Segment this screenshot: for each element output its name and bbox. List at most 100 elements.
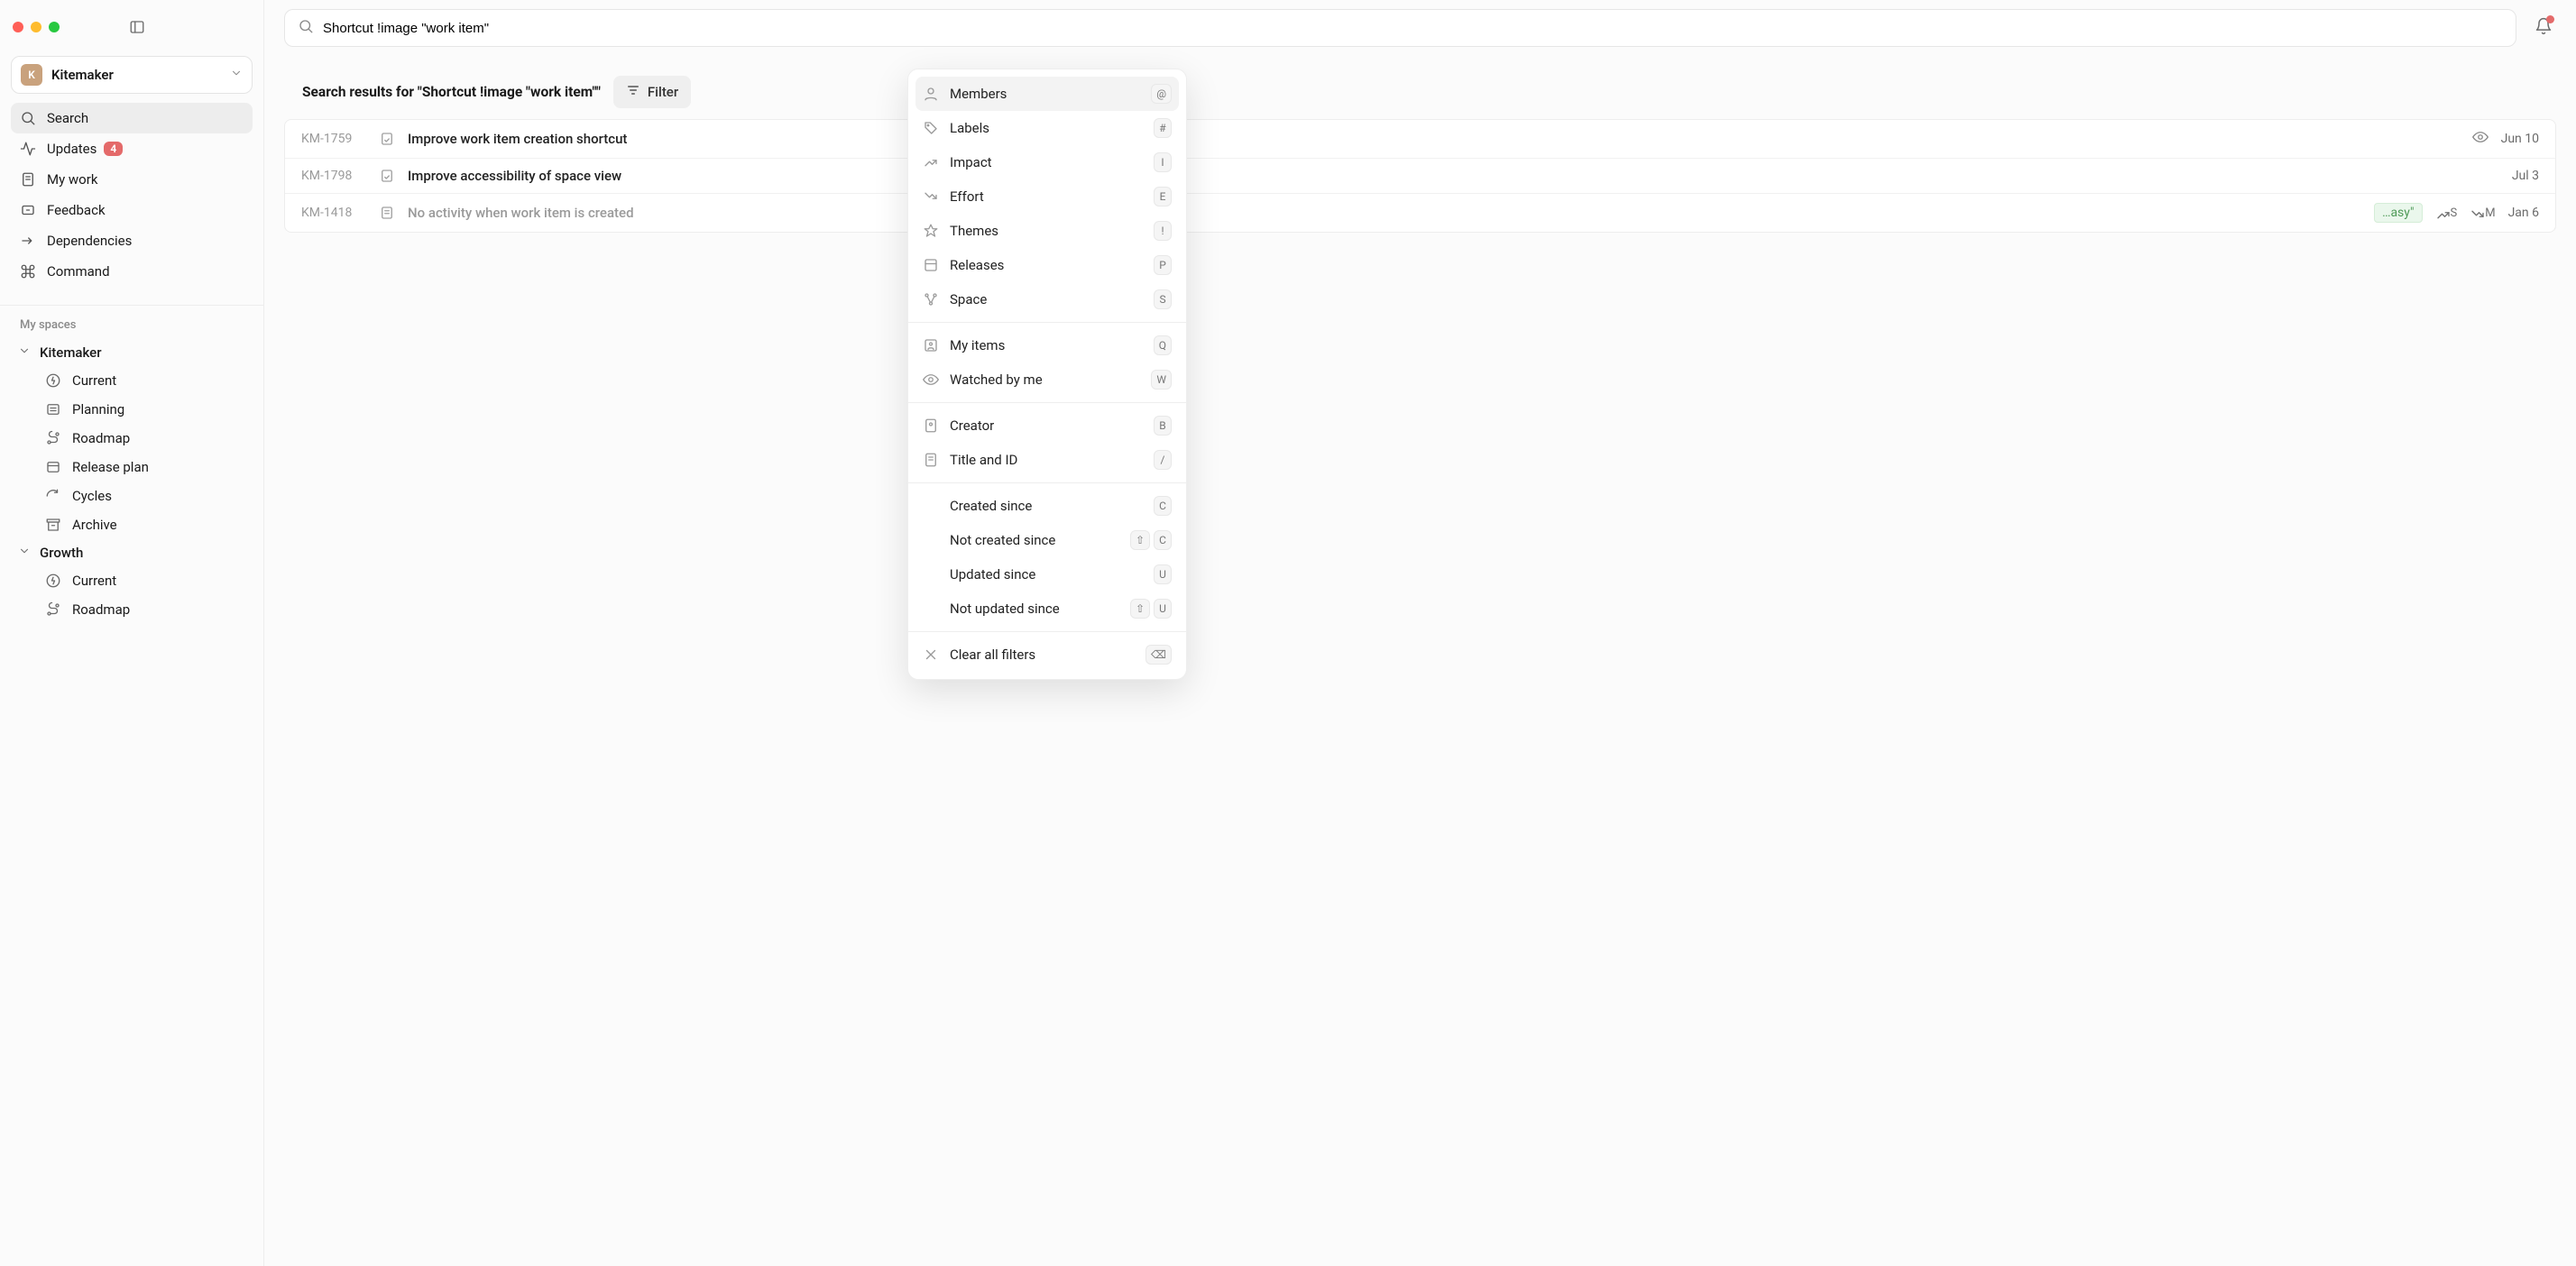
- filter-option[interactable]: My items Q: [908, 328, 1186, 362]
- chevron-down-icon: [18, 545, 31, 561]
- result-row[interactable]: KM-1418No activity when work item is cre…: [285, 194, 2555, 232]
- filter-option[interactable]: Themes!: [908, 214, 1186, 248]
- space-sub-label: Release plan: [72, 459, 149, 475]
- filter-option[interactable]: Updated since U: [908, 557, 1186, 592]
- kbd-hint: S: [1154, 289, 1172, 309]
- title-icon: [923, 452, 939, 468]
- kbd-hint: ⌫: [1145, 645, 1172, 665]
- filter-option-label: Watched by me: [950, 372, 1140, 388]
- route-icon: [45, 601, 61, 618]
- sidebar-label: Search: [47, 110, 88, 126]
- sidebar-toggle-icon[interactable]: [124, 14, 150, 40]
- filter-option-label: Updated since: [950, 566, 1143, 583]
- filter-option-label: Creator: [950, 417, 1143, 434]
- workspace-name: Kitemaker: [51, 67, 114, 83]
- space-sub-label: Roadmap: [72, 430, 130, 446]
- kbd-hint: E: [1154, 187, 1172, 206]
- filter-option[interactable]: SpaceS: [908, 282, 1186, 316]
- results-heading: Search results for "Shortcut !image "wor…: [302, 84, 601, 100]
- maximize-window[interactable]: [49, 22, 60, 32]
- sidebar-item-feedback[interactable]: Feedback: [11, 195, 253, 225]
- space-sub-item[interactable]: Current: [0, 366, 263, 395]
- space-sub-label: Current: [72, 573, 116, 589]
- space-icon: [923, 291, 939, 307]
- filter-button[interactable]: Filter: [613, 76, 691, 108]
- kbd-hint: U: [1154, 564, 1172, 584]
- kbd-hint: U: [1154, 599, 1172, 619]
- filter-option-label: Releases: [950, 257, 1143, 273]
- filter-option[interactable]: Watched by me W: [908, 362, 1186, 397]
- effort-icon: [923, 188, 939, 205]
- notification-dot: [2546, 15, 2554, 23]
- plan-icon: [45, 459, 61, 475]
- result-row[interactable]: KM-1798Improve accessibility of space vi…: [285, 159, 2555, 194]
- space-sub-item[interactable]: Release plan: [0, 453, 263, 482]
- filter-option[interactable]: Title and ID/: [908, 443, 1186, 477]
- space-sub-item[interactable]: Cycles: [0, 482, 263, 510]
- kbd-hint: #: [1154, 118, 1172, 138]
- label-pill: …asy": [2374, 203, 2422, 223]
- watched-icon: [923, 372, 939, 388]
- search-input-container[interactable]: [284, 9, 2516, 47]
- command-icon: [20, 263, 36, 280]
- search-icon: [20, 110, 36, 126]
- sidebar-label: My work: [47, 171, 97, 188]
- updates-badge: 4: [104, 142, 123, 156]
- filter-option[interactable]: Created since C: [908, 489, 1186, 523]
- search-input[interactable]: [323, 21, 2503, 36]
- filter-option-label: Labels: [950, 120, 1143, 136]
- chevron-down-icon: [230, 67, 243, 83]
- sidebar-label: Dependencies: [47, 233, 132, 249]
- space-sub-item[interactable]: Archive: [0, 510, 263, 539]
- sidebar-item-mywork[interactable]: My work: [11, 164, 253, 195]
- window-controls: [13, 22, 60, 32]
- kbd-hint: Q: [1154, 335, 1172, 355]
- space-sub-item[interactable]: Planning: [0, 395, 263, 424]
- result-row[interactable]: KM-1759 Improve work item creation shortc…: [285, 120, 2555, 159]
- space-name: Growth: [40, 545, 83, 561]
- filter-option[interactable]: Releases P: [908, 248, 1186, 282]
- sidebar-item-dependencies[interactable]: Dependencies: [11, 225, 253, 256]
- effort-icon: [2470, 206, 2482, 219]
- sidebar: K Kitemaker Search Updates 4: [0, 0, 264, 1266]
- filter-option[interactable]: Labels #: [908, 111, 1186, 145]
- filter-option[interactable]: ImpactI: [908, 145, 1186, 179]
- filter-option[interactable]: Not created since⇧C: [908, 523, 1186, 557]
- kbd-hint: P: [1154, 255, 1172, 275]
- workspace-switcher[interactable]: K Kitemaker: [11, 56, 253, 94]
- space-sub-item[interactable]: Roadmap: [0, 424, 263, 453]
- space-sub-item[interactable]: Roadmap: [0, 595, 263, 624]
- space-sub-item[interactable]: Current: [0, 566, 263, 595]
- space-header[interactable]: Kitemaker: [0, 339, 263, 366]
- workspace-avatar: K: [21, 64, 42, 86]
- space-sub-label: Archive: [72, 517, 117, 533]
- row-date: Jan 6: [2508, 206, 2539, 220]
- kbd-hint: C: [1154, 496, 1172, 516]
- filter-option[interactable]: Clear all filters⌫: [908, 638, 1186, 672]
- close-window[interactable]: [13, 22, 23, 32]
- notifications-button[interactable]: [2531, 14, 2556, 42]
- filter-option[interactable]: Members@: [915, 77, 1179, 111]
- filter-option[interactable]: CreatorB: [908, 408, 1186, 443]
- sidebar-item-search[interactable]: Search: [11, 103, 253, 133]
- kbd-hint: ⇧: [1130, 530, 1150, 550]
- row-id: KM-1759: [301, 132, 366, 146]
- sidebar-item-command[interactable]: Command: [11, 256, 253, 287]
- minimize-window[interactable]: [31, 22, 41, 32]
- sidebar-item-updates[interactable]: Updates 4: [11, 133, 253, 164]
- bolt-icon: [45, 372, 61, 389]
- creator-icon: [923, 417, 939, 434]
- filter-option-label: Not created since: [950, 532, 1119, 548]
- space-header[interactable]: Growth: [0, 539, 263, 566]
- cycles-icon: [45, 488, 61, 504]
- work-item-icon: [379, 131, 395, 147]
- filter-option-label: Created since: [950, 498, 1143, 514]
- kbd-hint: !: [1154, 221, 1172, 241]
- filter-option[interactable]: Not updated since⇧U: [908, 592, 1186, 626]
- row-title: Improve work item creation shortcut: [408, 131, 2460, 147]
- filter-option-label: My items: [950, 337, 1143, 353]
- meta-chip: M: [2470, 206, 2495, 220]
- filter-option[interactable]: EffortE: [908, 179, 1186, 214]
- kbd-hint: W: [1151, 370, 1172, 390]
- work-item-icon: [379, 168, 395, 184]
